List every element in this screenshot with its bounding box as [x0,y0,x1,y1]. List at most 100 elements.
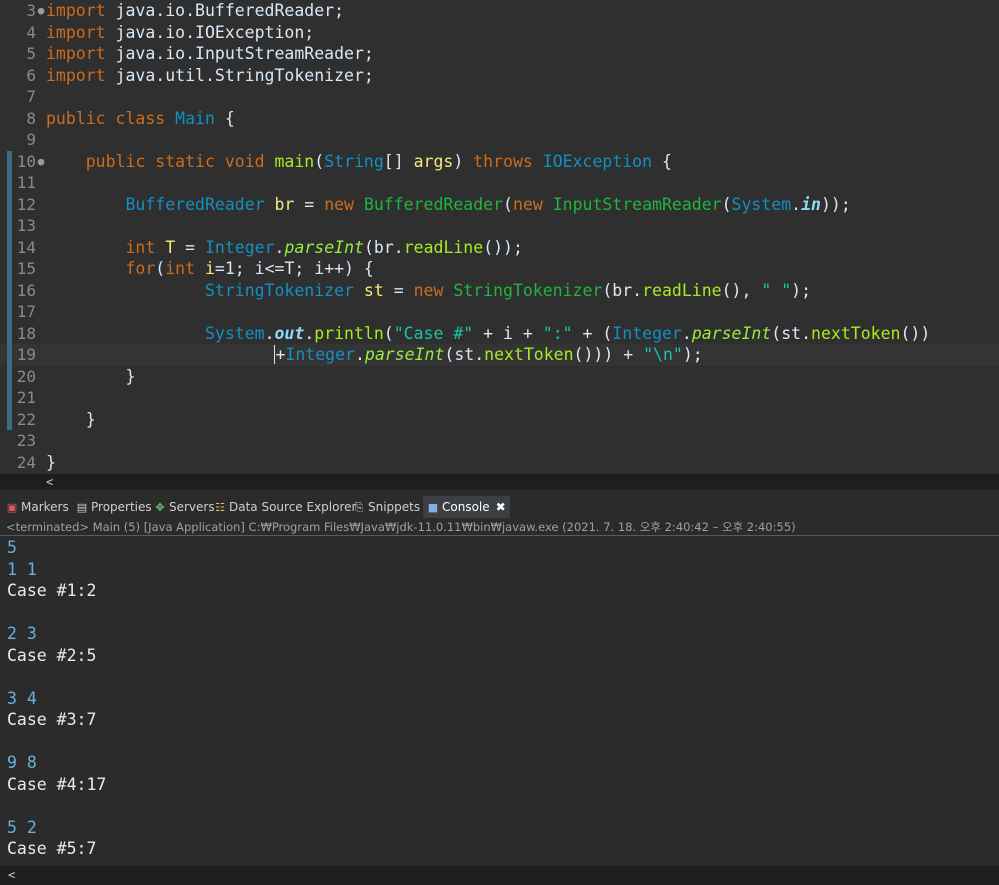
code-line[interactable]: 5 import java.io.InputStreamReader; [0,43,999,65]
console-output-line: Case #4:17 [7,774,107,794]
line-number: 16 [16,280,36,300]
line-number: 9 [26,130,36,149]
line-number: 23 [16,431,36,450]
console-input-line: 9 8 [7,753,37,772]
console-output-line: Case #3:7 [7,710,97,729]
code-line[interactable]: 8 public class Main { [0,108,999,130]
code-line[interactable]: 16 StringTokenizer st = new StringTokeni… [0,280,999,302]
tab-snippets[interactable]: ⎘ Snippets [353,496,421,518]
tab-label: Console [442,500,490,514]
code-line[interactable]: 4 import java.io.IOException; [0,22,999,44]
servers-icon: ✥ [155,501,165,514]
line-number: 6 [26,65,36,85]
line-number: 22 [16,409,36,429]
code-text[interactable]: } [46,366,135,388]
tab-label: Properties [91,500,152,514]
code-text[interactable]: } [46,409,96,431]
tab-properties[interactable]: ▤ Properties [76,496,152,518]
code-line[interactable]: 11 [0,172,999,194]
line-number: 14 [16,237,36,257]
console-output-line: Case #2:5 [7,645,97,665]
code-line[interactable]: 23 [0,430,999,452]
tab-servers[interactable]: ✥ Servers [154,496,215,518]
line-number: 11 [16,173,36,192]
line-number: 8 [26,108,36,128]
code-line[interactable]: 13 [0,215,999,237]
change-marker-bar [7,150,12,430]
console-input-line: 1 1 [7,559,37,579]
tab-label: Servers [169,500,215,514]
console-input-line: 2 3 [7,624,37,643]
tab-data-source-explorer[interactable]: ☷ Data Source Explorer [214,496,356,518]
code-line[interactable]: 7 [0,86,999,108]
line-number: 18 [16,323,36,343]
data-source-explorer-icon: ☷ [215,501,225,514]
markers-icon: ▣ [6,501,18,514]
fold-marker-icon[interactable]: ● [36,151,46,173]
tab-markers[interactable]: ▣ Markers [6,496,69,518]
code-line[interactable]: 12 BufferedReader br = new BufferedReade… [0,194,999,216]
line-number: 17 [16,302,36,321]
code-text[interactable]: +Integer.parseInt(st.nextToken())) + "\n… [46,344,703,366]
line-number: 15 [16,259,36,278]
code-text[interactable]: System.out.println("Case #" + i + ":" + … [46,323,930,345]
snippets-icon: ⎘ [354,501,364,514]
fold-marker-icon[interactable]: ● [36,0,46,22]
view-tabs-bar: ▣ Markers ▤ Properties ✥ Servers ☷ Data Source … [0,496,999,518]
code-text[interactable]: import java.io.InputStreamReader; [46,43,374,65]
tab-label: Markers [21,500,69,514]
code-text[interactable]: import java.io.IOException; [46,22,314,44]
code-line[interactable]: 21 [0,387,999,409]
code-text[interactable]: StringTokenizer st = new StringTokenizer… [46,280,811,302]
line-number: 5 [26,44,36,63]
code-line[interactable]: 20 } [0,366,999,388]
code-line[interactable]: 10 ● public static void main(String[] arg… [0,151,999,173]
line-number: 19 [16,345,36,364]
console-status-line: <terminated> Main (5) [Java Application]… [0,518,999,536]
properties-icon: ▤ [76,501,88,514]
code-line[interactable]: 14 int T = Integer.parseInt(br.readLine(… [0,237,999,259]
console-icon: ■ [427,501,439,514]
console-input-line: 3 4 [7,688,37,708]
line-number: 12 [16,194,36,214]
code-line[interactable]: 19 +Integer.parseInt(st.nextToken())) + … [0,344,999,366]
code-line[interactable]: 3 ● import java.io.BufferedReader; [0,0,999,22]
line-number: 7 [26,87,36,106]
code-line[interactable]: 18 System.out.println("Case #" + i + ":"… [0,323,999,345]
line-number: 21 [16,388,36,407]
console-output-line: Case #5:7 [7,839,97,858]
code-line[interactable]: 22 } [0,409,999,431]
code-line[interactable]: 6 import java.util.StringTokenizer; [0,65,999,87]
scroll-left-icon[interactable]: < [8,866,15,885]
console-input-line: 5 2 [7,817,37,837]
code-text[interactable]: public class Main { [46,108,235,130]
code-text[interactable]: BufferedReader br = new BufferedReader(n… [46,194,850,216]
code-text[interactable]: import java.util.StringTokenizer; [46,65,374,87]
code-editor[interactable]: 3 ● import java.io.BufferedReader; 4 import … [0,0,999,474]
code-text[interactable]: for(int i=1; i<=T; i++) { [46,258,373,280]
console-output-line: Case #1:2 [7,581,97,600]
code-text[interactable]: import java.io.BufferedReader; [46,0,344,22]
line-number: 4 [26,22,36,42]
line-number: 10 [16,151,36,171]
code-text[interactable]: } [46,452,56,474]
console-horizontal-scrollbar[interactable]: < [0,866,999,885]
tab-console[interactable]: ■ Console ✖ [423,496,510,518]
code-line[interactable]: 9 [0,129,999,151]
close-icon[interactable]: ✖ [496,500,506,514]
tab-label: Snippets [368,500,421,514]
line-number: 13 [16,216,36,235]
line-number: 3 [26,1,36,20]
editor-horizontal-scrollbar[interactable]: < [0,474,999,490]
tab-label: Data Source Explorer [229,500,357,514]
console-output[interactable]: 5 1 1 Case #1:2 2 3 Case #2:5 3 4 Case #3:7 9 8… [0,537,999,865]
line-number: 20 [16,366,36,386]
scroll-left-icon[interactable]: < [46,474,53,490]
code-line[interactable]: 17 [0,301,999,323]
line-number: 24 [16,452,36,472]
code-line[interactable]: 15 for(int i=1; i<=T; i++) { [0,258,999,280]
code-line[interactable]: 24} [0,452,999,474]
console-input-line: 5 [7,538,17,557]
code-text[interactable]: public static void main(String[] args) t… [46,151,672,173]
code-text[interactable]: int T = Integer.parseInt(br.readLine()); [46,237,522,259]
